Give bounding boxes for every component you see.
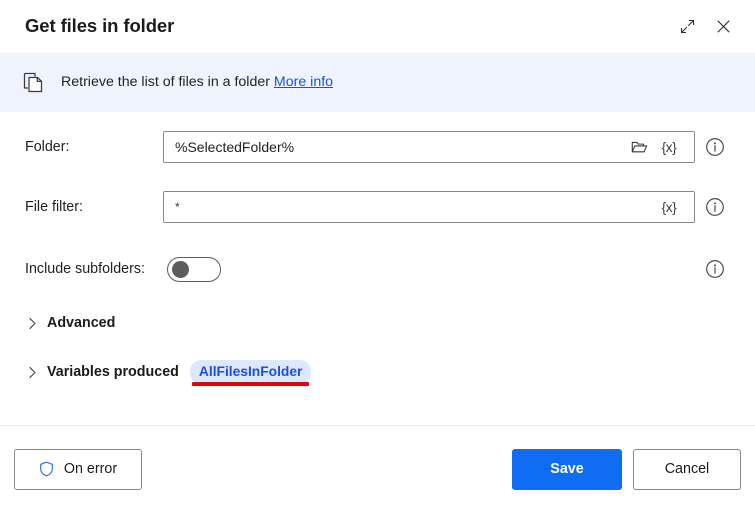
- save-button[interactable]: Save: [512, 448, 622, 490]
- expand-dialog-button[interactable]: [669, 10, 705, 44]
- cancel-label: Cancel: [664, 461, 710, 477]
- file-filter-input[interactable]: * {x}: [163, 191, 695, 223]
- red-underline-annotation: [191, 381, 310, 386]
- include-subfolders-info-icon[interactable]: [705, 259, 725, 279]
- form-body: Folder: %SelectedFolder% {x} File filter…: [0, 112, 755, 425]
- file-filter-input-value[interactable]: *: [164, 201, 652, 213]
- file-filter-label: File filter:: [25, 198, 83, 215]
- cancel-button[interactable]: Cancel: [633, 448, 741, 490]
- folder-label: Folder:: [25, 138, 70, 155]
- folder-open-icon[interactable]: [626, 132, 652, 162]
- folder-input[interactable]: %SelectedFolder% {x}: [163, 131, 695, 163]
- more-info-link[interactable]: More info: [274, 74, 333, 90]
- advanced-label: Advanced: [47, 314, 116, 331]
- variables-produced-expander[interactable]: Variables produced AllFilesInFolder: [25, 360, 312, 386]
- dialog-get-files-in-folder: Get files in folder Retrieve the list of…: [0, 0, 755, 512]
- include-subfolders-toggle[interactable]: [167, 256, 221, 282]
- on-error-button[interactable]: On error: [14, 448, 142, 490]
- field-row-folder: Folder: %SelectedFolder% {x}: [0, 130, 755, 164]
- chevron-right-icon: [25, 365, 39, 379]
- on-error-label: On error: [63, 461, 118, 477]
- folder-input-value[interactable]: %SelectedFolder%: [164, 140, 626, 154]
- action-description-banner: Retrieve the list of files in a folder M…: [0, 53, 755, 112]
- file-filter-info-icon[interactable]: [705, 197, 725, 217]
- banner-description: Retrieve the list of files in a folder: [61, 74, 270, 91]
- variables-produced-label: Variables produced: [47, 363, 179, 380]
- toggle-knob: [172, 260, 189, 278]
- banner-text: Retrieve the list of files in a folder M…: [61, 75, 333, 89]
- produced-variable-pill[interactable]: AllFilesInFolder: [189, 360, 312, 384]
- produced-variable-wrapper: AllFilesInFolder: [189, 360, 312, 386]
- include-subfolders-label: Include subfolders:: [25, 260, 146, 277]
- field-row-include-subfolders: Include subfolders:: [0, 252, 755, 286]
- dialog-footer: On error Save Cancel: [0, 425, 755, 512]
- folder-info-icon[interactable]: [705, 137, 725, 157]
- close-dialog-button[interactable]: [705, 10, 741, 44]
- file-filter-variable-button[interactable]: {x}: [652, 192, 694, 222]
- advanced-expander[interactable]: Advanced: [25, 312, 115, 334]
- dialog-titlebar: Get files in folder: [0, 0, 755, 53]
- folder-variable-button[interactable]: {x}: [652, 132, 694, 162]
- save-label: Save: [550, 461, 584, 477]
- page-title: Get files in folder: [25, 15, 175, 37]
- copy-files-icon: [22, 71, 48, 95]
- shield-icon: [39, 461, 55, 478]
- chevron-right-icon: [25, 316, 39, 330]
- field-row-file-filter: File filter: * {x}: [0, 190, 755, 224]
